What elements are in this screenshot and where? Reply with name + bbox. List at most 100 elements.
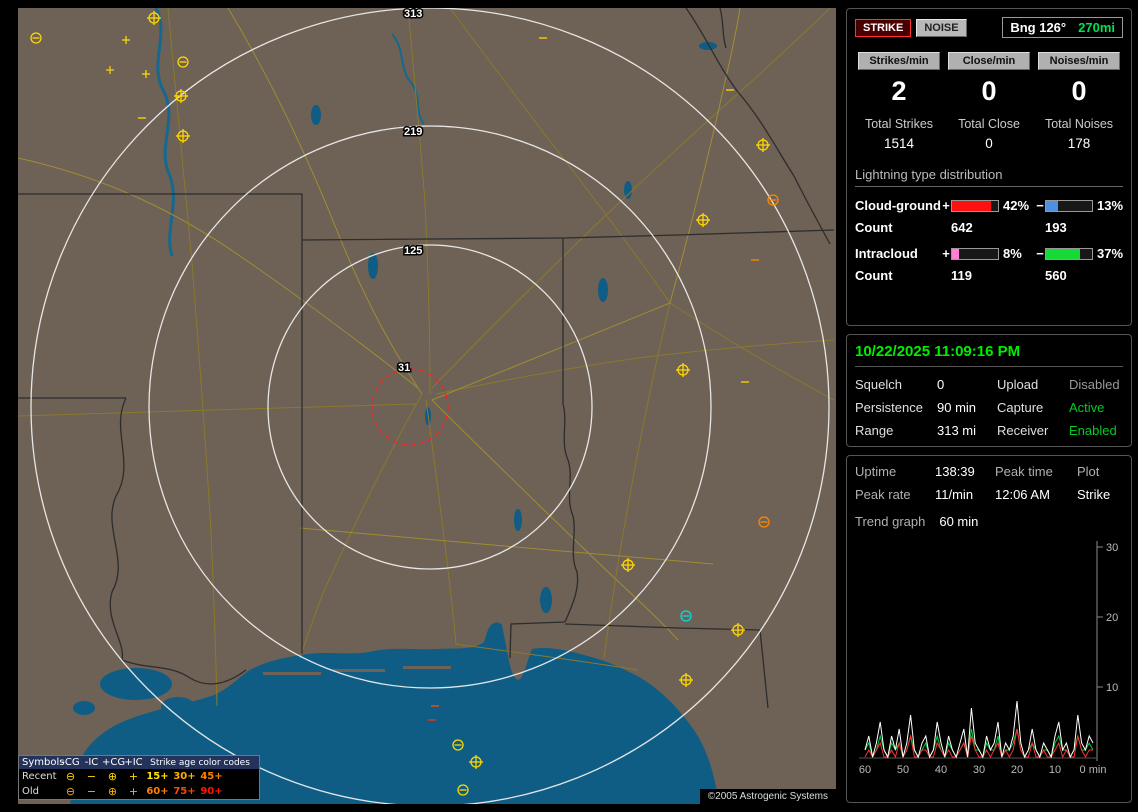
svg-text:10: 10 — [1106, 682, 1118, 694]
svg-text:10: 10 — [1049, 764, 1061, 776]
count-negative: 193 — [1045, 220, 1067, 235]
distribution-title: Lightning type distribution — [855, 167, 1123, 187]
rate-value: 0 — [981, 76, 997, 106]
rate-value: 2 — [891, 76, 907, 106]
plus-sign: + — [942, 246, 950, 261]
svg-text:40: 40 — [935, 764, 947, 776]
legend-symbol-glyph: − — [86, 770, 97, 783]
settings-grid: Squelch 0 Upload Disabled Persistence 90 … — [855, 377, 1123, 438]
setting-label: Persistence — [855, 400, 923, 415]
setting-value: Enabled — [1069, 423, 1117, 438]
count-label: Count — [855, 220, 893, 235]
minus-sign: − — [1036, 198, 1044, 213]
legend-age-label: Old — [22, 786, 39, 797]
svg-text:313: 313 — [404, 8, 422, 20]
status-grid: Uptime 138:39 Peak time Plot Peak rate 1… — [855, 464, 1128, 502]
stat-column: Close/min 0 Total Close 0 — [945, 52, 1033, 151]
map-legend: Symbols -CG -IC +CG +IC Strike age color… — [18, 755, 260, 800]
lightning-map[interactable]: 313 219 125 31 Symbols -CG -IC +CG +IC Stri… — [18, 8, 836, 804]
strike-button[interactable]: STRIKE — [855, 18, 912, 37]
dist-bar-positive — [951, 199, 999, 212]
range-value: 270mi — [1078, 20, 1115, 35]
rate-chip[interactable]: Close/min — [948, 52, 1030, 70]
trend-header: Trend graph 60 min — [855, 514, 1128, 529]
plot-label: Plot — [1077, 464, 1100, 479]
legend-age-code: 75+ — [173, 786, 196, 797]
legend-age-header: Strike age color codes — [150, 757, 250, 768]
setting-label: Capture — [997, 400, 1044, 415]
total-value: 178 — [1067, 136, 1091, 151]
trend-value: 60 min — [939, 514, 979, 529]
distribution-row: Intracloud + 8% − 37% Count 119 560 — [855, 246, 1123, 283]
distribution-row: Cloud-ground + 42% − 13% Count 642 193 — [855, 198, 1123, 235]
svg-text:31: 31 — [398, 362, 410, 374]
datetime: 10/22/2025 11:09:16 PM — [855, 343, 1123, 367]
bearing-display: Bng 126° 270mi — [1002, 17, 1123, 38]
stat-column: Noises/min 0 Total Noises 178 — [1035, 52, 1123, 151]
legend-symbol-glyph: − — [86, 785, 97, 798]
trend-graph: 10 20 30 60 50 40 30 20 10 0 min — [859, 541, 1118, 776]
count-label: Count — [855, 268, 893, 283]
setting-label: Receiver — [997, 423, 1049, 438]
dist-bar-negative — [1045, 199, 1093, 212]
count-negative: 560 — [1045, 268, 1067, 283]
plot-value: Strike — [1077, 487, 1111, 502]
status-box: Uptime 138:39 Peak time Plot Peak rate 1… — [846, 455, 1132, 803]
bearing-value: Bng 126° — [1010, 20, 1067, 35]
mode-row: STRIKE NOISE Bng 126° 270mi — [855, 17, 1123, 38]
total-value: 0 — [985, 136, 993, 151]
uptime-label: Uptime — [855, 464, 897, 479]
legend-symbol-glyph: ⊖ — [65, 785, 76, 798]
svg-text:20: 20 — [1106, 612, 1118, 624]
dist-pct-positive: 42% — [1003, 198, 1030, 213]
dist-bar-positive — [951, 247, 999, 260]
setting-label: Upload — [997, 377, 1039, 392]
svg-text:60: 60 — [859, 764, 871, 776]
noise-button[interactable]: NOISE — [916, 18, 967, 37]
uptime-value: 138:39 — [935, 464, 975, 479]
stat-column: Strikes/min 2 Total Strikes 1514 — [855, 52, 943, 151]
legend-age-code: 90+ — [200, 786, 223, 797]
stats-box: STRIKE NOISE Bng 126° 270mi Strikes/min … — [846, 8, 1132, 326]
dist-pct-negative: 37% — [1097, 246, 1124, 261]
peakrate-value: 11/min — [935, 487, 974, 502]
svg-text:20: 20 — [1011, 764, 1023, 776]
legend-row: Old ⊖ − ⊕ + 60+ 75+ 90+ — [19, 784, 259, 799]
legend-col-pos-cg: +CG — [102, 757, 126, 768]
legend-symbol-glyph: ⊖ — [65, 770, 76, 783]
rate-stats: Strikes/min 2 Total Strikes 1514 Close/m… — [855, 52, 1123, 151]
total-label: Total Noises — [1044, 117, 1114, 131]
legend-col-pos-ic: +IC — [124, 757, 143, 768]
peaktime-value: 12:06 AM — [995, 487, 1050, 502]
dist-type-label: Cloud-ground — [855, 198, 941, 213]
rate-value: 0 — [1071, 76, 1087, 106]
legend-col-neg-ic: -IC — [84, 757, 99, 768]
legend-row: Recent ⊖ − ⊕ + 15+ 30+ 45+ — [19, 769, 259, 784]
legend-symbol-glyph: ⊕ — [107, 785, 118, 798]
peakrate-label: Peak rate — [855, 487, 911, 502]
dist-type-label: Intracloud — [855, 246, 918, 261]
svg-text:0 min: 0 min — [1080, 764, 1107, 776]
setting-value: Active — [1069, 400, 1105, 415]
dist-pct-positive: 8% — [1003, 246, 1022, 261]
setting-label: Squelch — [855, 377, 902, 392]
legend-age-label: Recent — [22, 771, 57, 782]
rate-chip[interactable]: Strikes/min — [858, 52, 940, 70]
control-panel: STRIKE NOISE Bng 126° 270mi Strikes/min … — [846, 8, 1132, 811]
svg-text:30: 30 — [973, 764, 985, 776]
legend-age-code: 45+ — [200, 771, 223, 782]
count-positive: 642 — [951, 220, 973, 235]
legend-header: Symbols -CG -IC +CG +IC Strike age color… — [19, 756, 259, 769]
dist-bar-negative — [1045, 247, 1093, 260]
legend-symbol-glyph: + — [128, 770, 139, 783]
setting-value: Disabled — [1069, 377, 1120, 392]
trend-label: Trend graph — [855, 514, 926, 529]
svg-text:125: 125 — [404, 245, 422, 257]
setting-value: 90 min — [937, 400, 977, 415]
peaktime-label: Peak time — [995, 464, 1053, 479]
rate-chip[interactable]: Noises/min — [1038, 52, 1120, 70]
setting-value: 313 mi — [937, 423, 977, 438]
plus-sign: + — [942, 198, 950, 213]
legend-age-code: 15+ — [146, 771, 169, 782]
legend-age-code: 30+ — [173, 771, 196, 782]
